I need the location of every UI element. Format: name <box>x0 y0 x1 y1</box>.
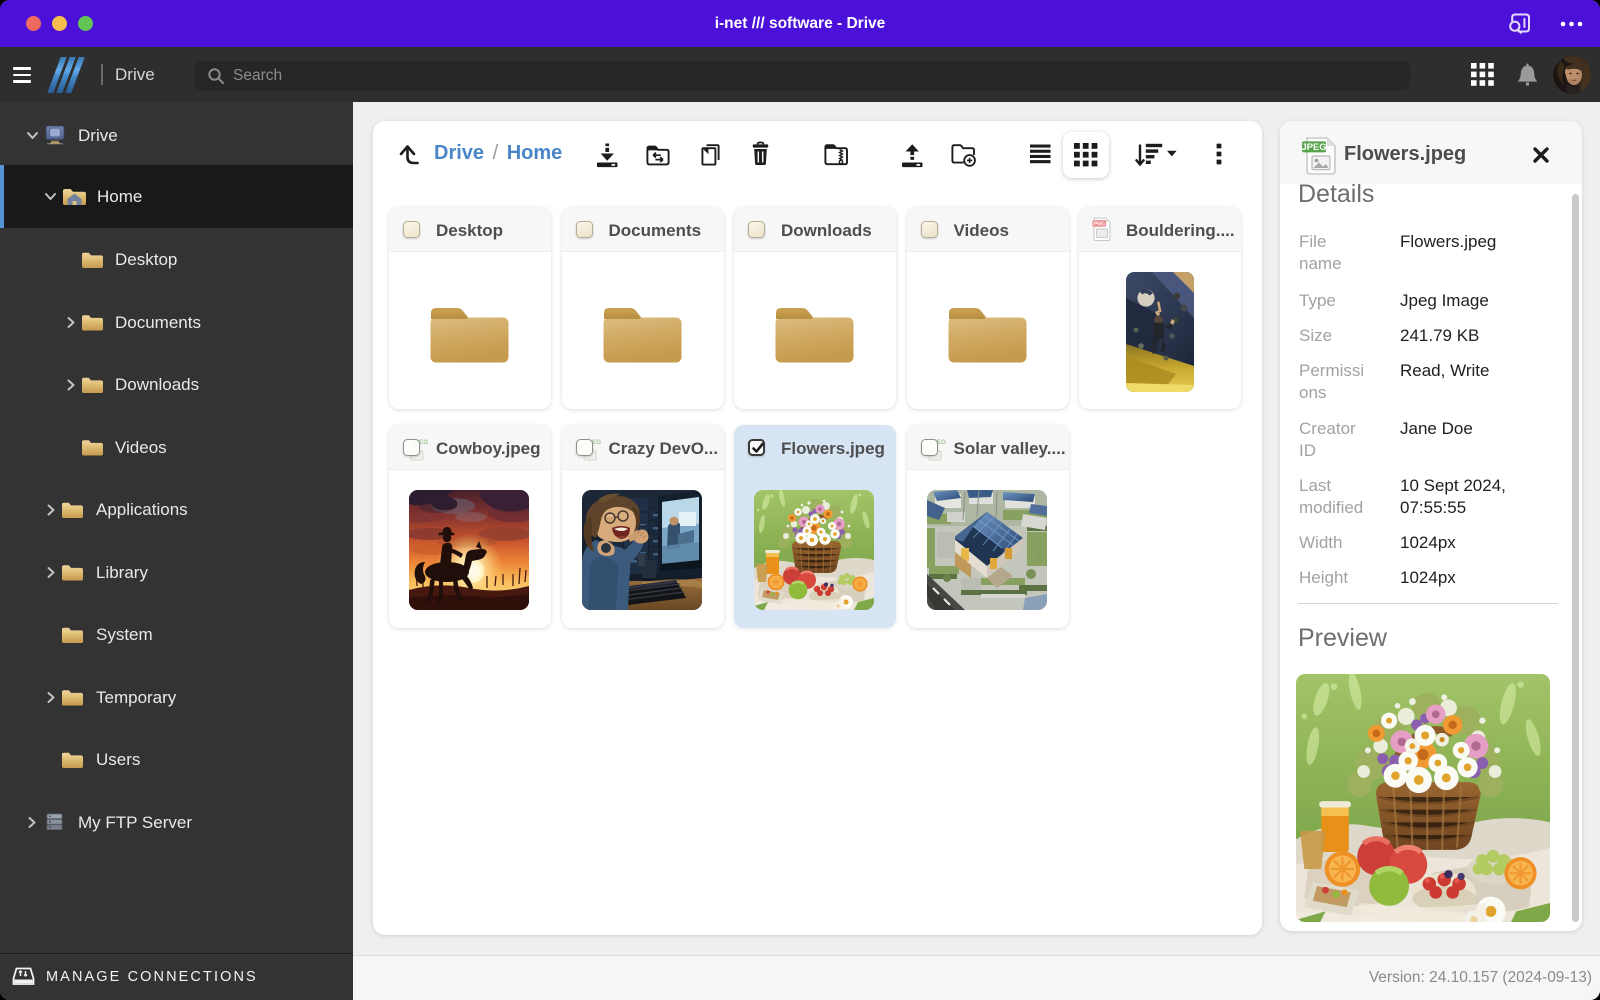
svg-text:JPEG: JPEG <box>1301 141 1326 152</box>
svg-text:PNG: PNG <box>1093 221 1105 227</box>
